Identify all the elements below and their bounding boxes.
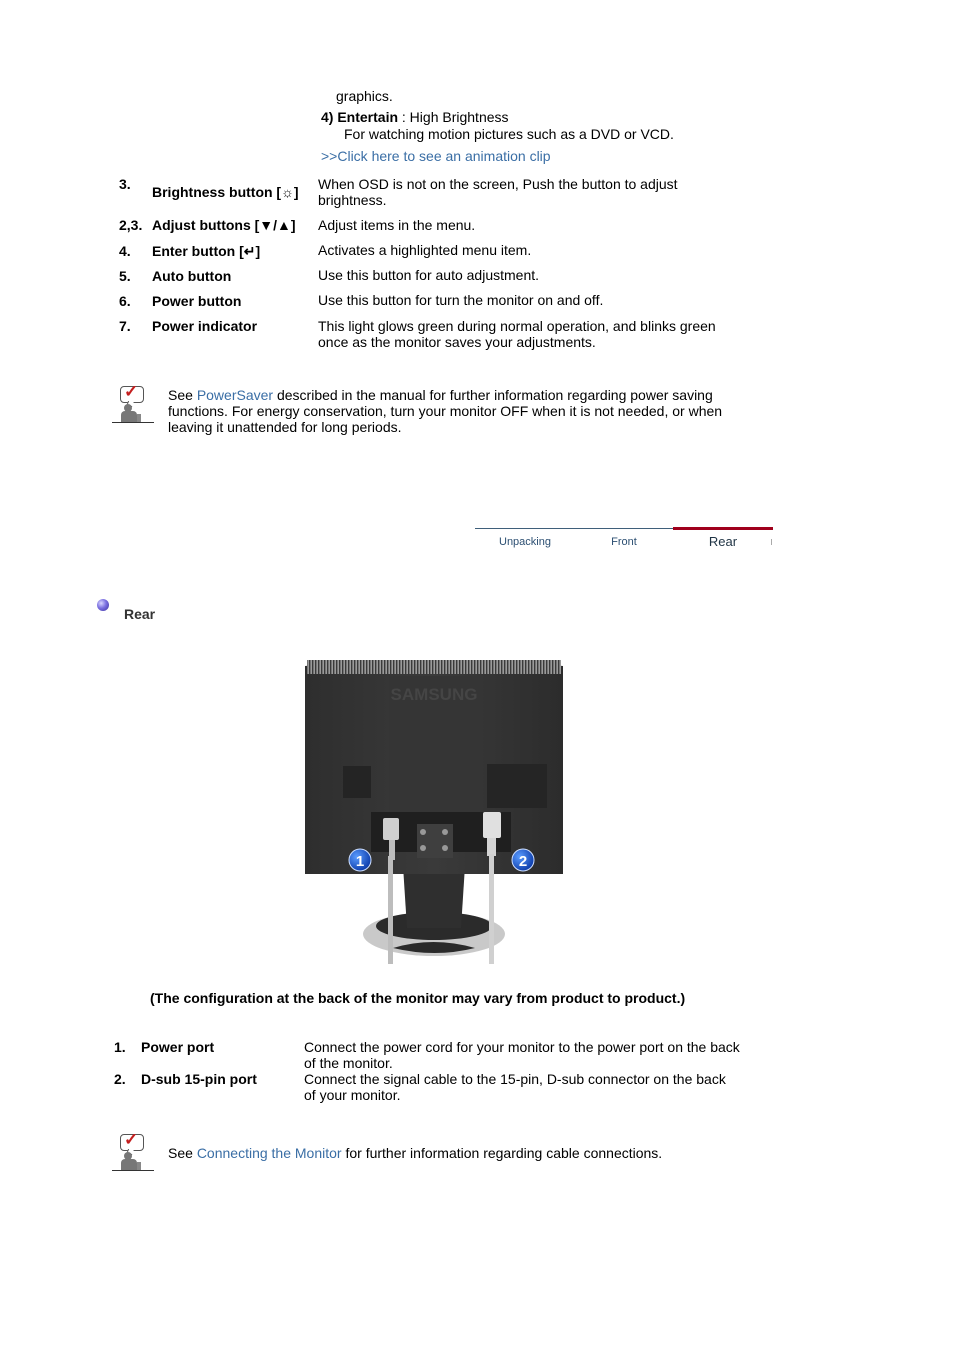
row-num: 5. xyxy=(119,268,131,284)
note-prefix: See xyxy=(168,1145,197,1161)
note-check-icon: ✓ xyxy=(110,1130,154,1171)
row-name: Brightness button [☼] xyxy=(152,184,299,200)
monitor-rear-image: SAMSUNG 1 2 xyxy=(303,656,565,964)
rear-heading: Rear xyxy=(124,606,156,622)
tab-rear[interactable]: Rear xyxy=(673,527,773,552)
note-connecting: See Connecting the Monitor for further i… xyxy=(168,1145,662,1161)
configuration-caption: (The configuration at the back of the mo… xyxy=(150,990,686,1006)
row-desc: Connect the signal cable to the 15-pin, … xyxy=(304,1071,726,1103)
tab-label: Rear xyxy=(708,534,738,549)
note-check-icon: ✓ xyxy=(110,382,154,423)
row-name: D-sub 15-pin port xyxy=(141,1071,257,1087)
mode-entertain: 4) Entertain : High Brightness xyxy=(321,109,509,125)
note-text: described in the manual for further info… xyxy=(273,387,713,403)
tab-label: Unpacking xyxy=(499,536,551,548)
desc-line: Connect the signal cable to the 15-pin, … xyxy=(304,1071,726,1087)
row-desc: Adjust items in the menu. xyxy=(318,217,476,233)
row-num: 2,3. xyxy=(119,217,143,233)
row-desc: Use this button for turn the monitor on … xyxy=(318,292,604,308)
tab-divider xyxy=(771,539,772,545)
tab-front[interactable]: Front xyxy=(575,528,673,552)
desc-line: brightness. xyxy=(318,192,387,208)
note-text: functions. For energy conservation, turn… xyxy=(168,403,723,419)
row-desc: When OSD is not on the screen, Push the … xyxy=(318,176,678,208)
callout-2-label: 2 xyxy=(519,853,527,870)
powersaver-link[interactable]: PowerSaver xyxy=(197,387,273,403)
callout-1-label: 1 xyxy=(356,853,364,870)
row-name: Adjust buttons [▼/▲] xyxy=(152,217,296,233)
continued-text: graphics. xyxy=(336,88,393,104)
row-num: 6. xyxy=(119,293,131,309)
note-text: leaving it unattended for long periods. xyxy=(168,419,402,435)
desc-line: When OSD is not on the screen, Push the … xyxy=(318,176,678,192)
row-name: Auto button xyxy=(152,268,232,284)
mode-label: 4) Entertain xyxy=(321,109,399,125)
mode-value: : High Brightness xyxy=(398,109,509,125)
row-desc: Connect the power cord for your monitor … xyxy=(304,1039,740,1071)
row-num: 4. xyxy=(119,243,131,259)
desc-line: of your monitor. xyxy=(304,1087,401,1103)
desc-line: once as the monitor saves your adjustmen… xyxy=(318,334,596,350)
note-powersaver: See PowerSaver described in the manual f… xyxy=(168,387,768,435)
desc-line: This light glows green during normal ope… xyxy=(318,318,716,334)
row-name: Power port xyxy=(141,1039,215,1055)
tab-unpacking[interactable]: Unpacking xyxy=(475,528,575,552)
desc-line: Connect the power cord for your monitor … xyxy=(304,1039,740,1055)
row-name: Power indicator xyxy=(152,318,258,334)
vent-grille xyxy=(307,660,561,674)
brand-logo: SAMSUNG xyxy=(391,685,478,704)
power-cord xyxy=(388,856,393,964)
row-desc: Activates a highlighted menu item. xyxy=(318,242,532,258)
monitor-rear-drawing: SAMSUNG 1 2 xyxy=(305,660,563,964)
row-num: 2. xyxy=(114,1071,126,1087)
desc-line: of the monitor. xyxy=(304,1055,393,1071)
section-tabs: Unpacking Front Rear xyxy=(475,527,773,552)
dsub-cable xyxy=(489,854,494,964)
bullet-orb-icon xyxy=(97,599,109,611)
tab-label: Front xyxy=(611,536,637,548)
row-desc: This light glows green during normal ope… xyxy=(318,318,716,350)
row-num: 7. xyxy=(119,318,131,334)
row-num: 1. xyxy=(114,1039,126,1055)
stand-neck xyxy=(403,866,465,928)
row-name: Enter button [↵] xyxy=(152,243,261,259)
row-desc: Use this button for auto adjustment. xyxy=(318,267,540,283)
note-prefix: See xyxy=(168,387,197,403)
row-name: Power button xyxy=(152,293,242,309)
row-num: 3. xyxy=(119,176,131,192)
connecting-monitor-link[interactable]: Connecting the Monitor xyxy=(197,1145,342,1161)
animation-clip-link[interactable]: >>Click here to see an animation clip xyxy=(321,148,551,164)
note-text: for further information regarding cable … xyxy=(341,1145,663,1161)
mode-description: For watching motion pictures such as a D… xyxy=(344,126,674,142)
